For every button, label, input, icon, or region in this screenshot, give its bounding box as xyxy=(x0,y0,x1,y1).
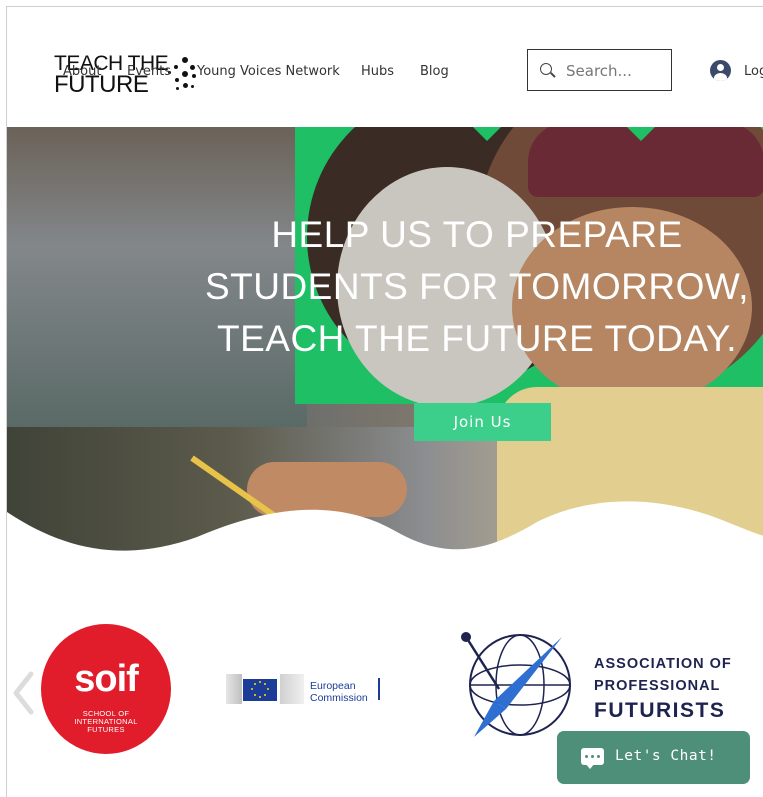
apf-logo-line-3: FUTURISTS xyxy=(594,699,726,722)
apf-logo-line-2: PROFESSIONAL xyxy=(594,678,721,694)
hero-heading: HELP US TO PREPARE STUDENTS FOR TOMORROW… xyxy=(177,209,763,365)
nav-item-young-voices-network[interactable]: Young Voices Network xyxy=(197,64,340,79)
lets-chat-button[interactable]: Let's Chat! xyxy=(557,731,750,784)
page: TEACH THE FUTURE About Events Young Voic… xyxy=(6,6,763,797)
site-header: TEACH THE FUTURE About Events Young Voic… xyxy=(7,7,763,127)
european-commission-logo[interactable]: European Commission xyxy=(226,672,386,706)
chat-label: Let's Chat! xyxy=(615,748,717,764)
login-link[interactable]: Log xyxy=(744,64,763,79)
soif-logo-name: soif xyxy=(74,658,139,700)
hero-wave-divider xyxy=(7,501,763,567)
nav-item-about[interactable]: About xyxy=(63,64,101,79)
apf-globe-compass-icon[interactable] xyxy=(454,629,579,744)
soif-logo[interactable]: soif SCHOOL OF INTERNATIONAL FUTURES xyxy=(41,624,171,754)
apf-logo-line-1: ASSOCIATION OF xyxy=(594,656,732,672)
hero-heading-line-3: TEACH THE FUTURE TODAY. xyxy=(217,318,737,359)
hero-heading-line-2: STUDENTS FOR TOMORROW, xyxy=(204,266,750,307)
ec-logo-line-1: European xyxy=(310,680,356,692)
join-us-button[interactable]: Join Us xyxy=(414,403,551,441)
chat-bubble-icon xyxy=(581,748,604,769)
nav-item-blog[interactable]: Blog xyxy=(420,64,449,79)
search-input[interactable]: Search... xyxy=(527,49,672,91)
apf-logo-text[interactable]: ASSOCIATION OF PROFESSIONAL FUTURISTS xyxy=(594,653,732,725)
hero-heading-line-1: HELP US TO PREPARE xyxy=(271,214,683,255)
nav-item-hubs[interactable]: Hubs xyxy=(361,64,394,79)
hero-section: HELP US TO PREPARE STUDENTS FOR TOMORROW… xyxy=(7,127,763,567)
soif-logo-subtitle: SCHOOL OF INTERNATIONAL FUTURES xyxy=(74,709,138,734)
search-placeholder: Search... xyxy=(566,62,632,80)
user-avatar-icon[interactable] xyxy=(710,60,731,81)
nav-item-events[interactable]: Events xyxy=(127,64,171,79)
search-icon xyxy=(540,63,552,75)
carousel-prev-arrow-icon[interactable] xyxy=(11,670,37,716)
eu-flag-icon xyxy=(243,679,277,701)
ec-logo-line-2: Commission xyxy=(310,692,368,704)
